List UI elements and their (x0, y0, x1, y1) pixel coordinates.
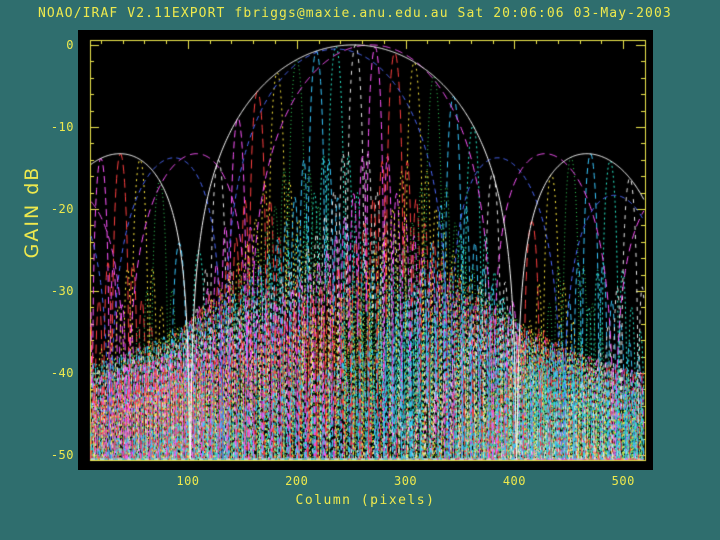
chart-canvas (78, 30, 653, 470)
x-tick-label: 100 (176, 474, 200, 488)
y-tick-label: -20 (50, 201, 74, 216)
iraf-graphics-window: NOAO/IRAF V2.11EXPORT fbriggs@maxie.anu.… (0, 0, 720, 540)
plot-area (78, 30, 653, 470)
x-tick-label: 400 (502, 474, 526, 488)
y-tick-label: -30 (50, 284, 74, 299)
y-tick-label: -50 (50, 448, 74, 463)
x-axis-title: Column (pixels) (295, 493, 436, 508)
x-tick-label: 300 (393, 474, 418, 488)
y-axis-title: GAIN dB (21, 165, 43, 259)
x-tick-label: 500 (611, 474, 635, 488)
y-tick-label: 0 (66, 37, 74, 52)
y-tick-label: -40 (50, 366, 74, 381)
title-text: NOAO/IRAF V2.11EXPORT fbriggs@maxie.anu.… (38, 6, 672, 21)
y-tick-label: -10 (50, 119, 74, 134)
status-line: NOAO/IRAF V2.11EXPORT fbriggs@maxie.anu.… (38, 6, 672, 24)
x-tick-label: 200 (285, 474, 309, 488)
